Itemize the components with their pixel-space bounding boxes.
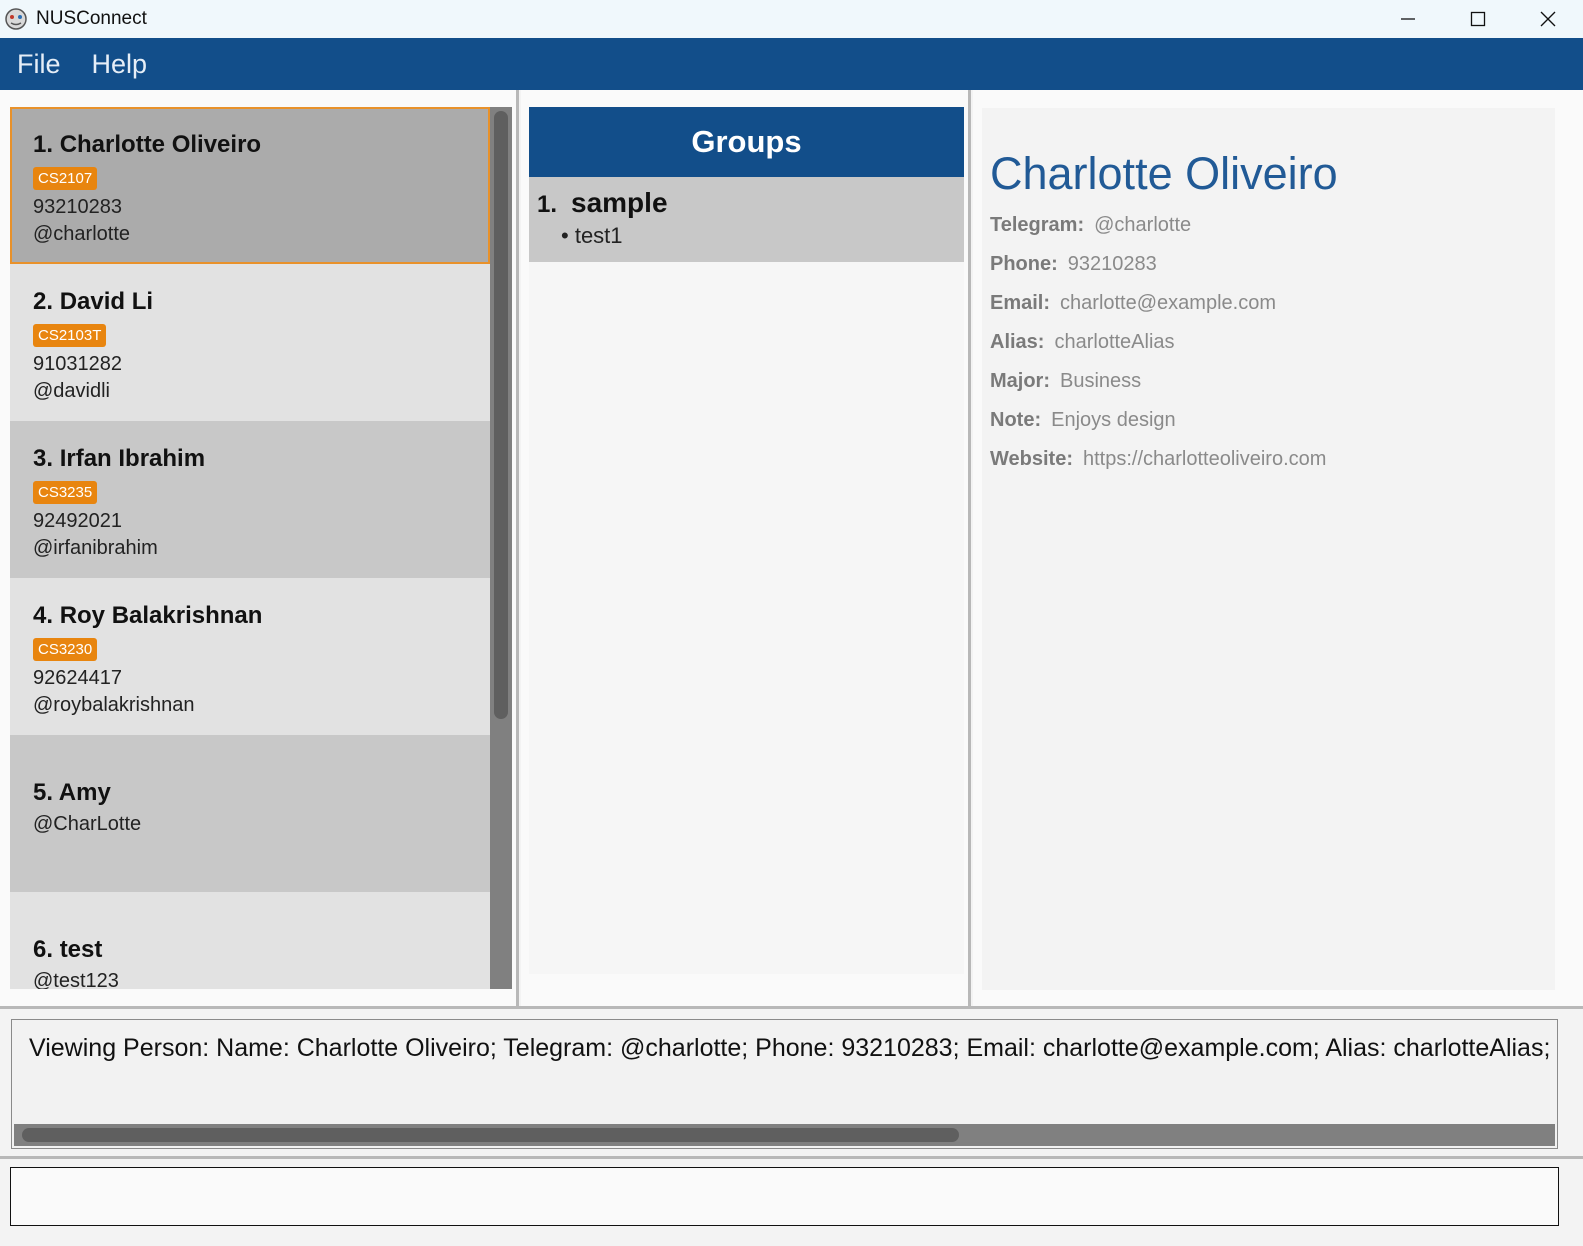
result-display: Viewing Person: Name: Charlotte Oliveiro…: [11, 1019, 1558, 1149]
detail-row: Major: Business: [990, 370, 1555, 409]
person-card[interactable]: 4. Roy Balakrishnan CS3230 92624417 @roybal…: [10, 578, 490, 735]
command-box-area: [0, 1156, 1583, 1246]
person-details: Charlotte Oliveiro Telegram: @charlotte Ph…: [982, 108, 1555, 990]
tag-badge: CS2103T: [33, 324, 107, 347]
person-card[interactable]: 6. test @test123: [10, 892, 490, 989]
group-card[interactable]: 1. sample • test1: [529, 177, 964, 262]
groups-panel: Groups 1. sample • test1: [521, 90, 971, 1006]
detail-label: Alias:: [990, 331, 1045, 353]
detail-label: Website:: [990, 448, 1073, 470]
groups-header: Groups: [529, 107, 964, 177]
menu-file[interactable]: File: [0, 49, 75, 80]
person-card[interactable]: 2. David Li CS2103T 91031282 @davidli: [10, 264, 490, 421]
maximize-icon: [1470, 11, 1486, 27]
app-icon: [2, 5, 30, 33]
group-list[interactable]: 1. sample • test1: [529, 177, 964, 974]
detail-row: Phone: 93210283: [990, 253, 1555, 292]
person-name: 4. Roy Balakrishnan: [33, 602, 263, 629]
person-name: 3. Irfan Ibrahim: [33, 445, 206, 472]
tag-badge: CS2107: [33, 167, 98, 190]
person-phone: 93210283: [33, 196, 122, 218]
result-text: Viewing Person: Name: Charlotte Oliveiro…: [29, 1034, 1558, 1062]
person-name: 5. Amy: [33, 779, 111, 806]
minimize-icon: [1401, 18, 1415, 20]
detail-row: Website: https://charlotteoliveiro.com: [990, 448, 1555, 487]
person-name: 2. David Li: [33, 288, 154, 315]
person-card[interactable]: 1. Charlotte Oliveiro CS2107 93210283 @char…: [10, 107, 490, 264]
person-telegram: @charlotte: [33, 223, 131, 245]
detail-value: Enjoys design: [1051, 409, 1176, 431]
detail-label: Phone:: [990, 253, 1058, 275]
tag-badge: CS3230: [33, 638, 98, 661]
person-card[interactable]: 5. Amy @CharLotte: [10, 735, 490, 892]
person-list[interactable]: 1. Charlotte Oliveiro CS2107 93210283 @char…: [10, 107, 490, 989]
detail-row: Alias: charlotteAlias: [990, 331, 1555, 370]
detail-value: Business: [1060, 370, 1142, 392]
person-telegram: @roybalakrishnan: [33, 694, 195, 716]
person-name: 1. Charlotte Oliveiro: [33, 131, 262, 158]
menu-help[interactable]: Help: [75, 49, 162, 80]
tag-badge: CS3235: [33, 481, 98, 504]
person-list-panel: 1. Charlotte Oliveiro CS2107 93210283 @char…: [0, 90, 519, 1006]
command-input[interactable]: [10, 1167, 1559, 1226]
detail-label: Note:: [990, 409, 1042, 431]
title-bar: NUSConnect: [0, 0, 1583, 38]
detail-value: @charlotte: [1094, 214, 1192, 236]
minimize-button[interactable]: [1373, 0, 1443, 38]
detail-name: Charlotte Oliveiro: [990, 148, 1338, 199]
result-scroll-thumb[interactable]: [22, 1128, 959, 1142]
detail-value: https://charlotteoliveiro.com: [1082, 448, 1327, 470]
close-button[interactable]: [1513, 0, 1583, 38]
window-title: NUSConnect: [36, 8, 147, 29]
maximize-button[interactable]: [1443, 0, 1513, 38]
close-icon: [1540, 11, 1556, 27]
detail-label: Major:: [990, 370, 1050, 392]
detail-label: Email:: [990, 292, 1051, 314]
group-member: • test1: [561, 223, 623, 248]
person-telegram: @test123: [33, 970, 119, 989]
person-telegram: @davidli: [33, 380, 111, 402]
detail-row: Telegram: @charlotte: [990, 214, 1555, 253]
group-member-name: test1: [574, 223, 623, 248]
person-phone: 92624417: [33, 667, 122, 689]
person-list-scrollbar[interactable]: [490, 107, 512, 989]
result-scrollbar[interactable]: [14, 1124, 1555, 1146]
detail-value: 93210283: [1067, 253, 1157, 275]
person-list-scroll-thumb[interactable]: [494, 111, 508, 719]
person-name: 6. test: [33, 936, 103, 963]
detail-row: Email: charlotte@example.com: [990, 292, 1555, 331]
detail-label: Telegram:: [990, 214, 1085, 236]
detail-row: Note: Enjoys design: [990, 409, 1555, 448]
menu-bar: File Help: [0, 38, 1583, 90]
person-phone: 92492021: [33, 510, 122, 532]
detail-value: charlotte@example.com: [1060, 292, 1276, 314]
group-name: sample: [571, 187, 668, 218]
group-index: 1.: [537, 191, 558, 218]
person-phone: 91031282: [33, 353, 122, 375]
detail-value: charlotteAlias: [1054, 331, 1175, 353]
result-display-area: Viewing Person: Name: Charlotte Oliveiro…: [0, 1006, 1583, 1156]
person-telegram: @irfanibrahim: [33, 537, 158, 559]
person-telegram: @CharLotte: [33, 813, 142, 835]
person-details-panel: Charlotte Oliveiro Telegram: @charlotte Ph…: [973, 90, 1583, 1006]
person-card[interactable]: 3. Irfan Ibrahim CS3235 92492021 @irfanibra…: [10, 421, 490, 578]
